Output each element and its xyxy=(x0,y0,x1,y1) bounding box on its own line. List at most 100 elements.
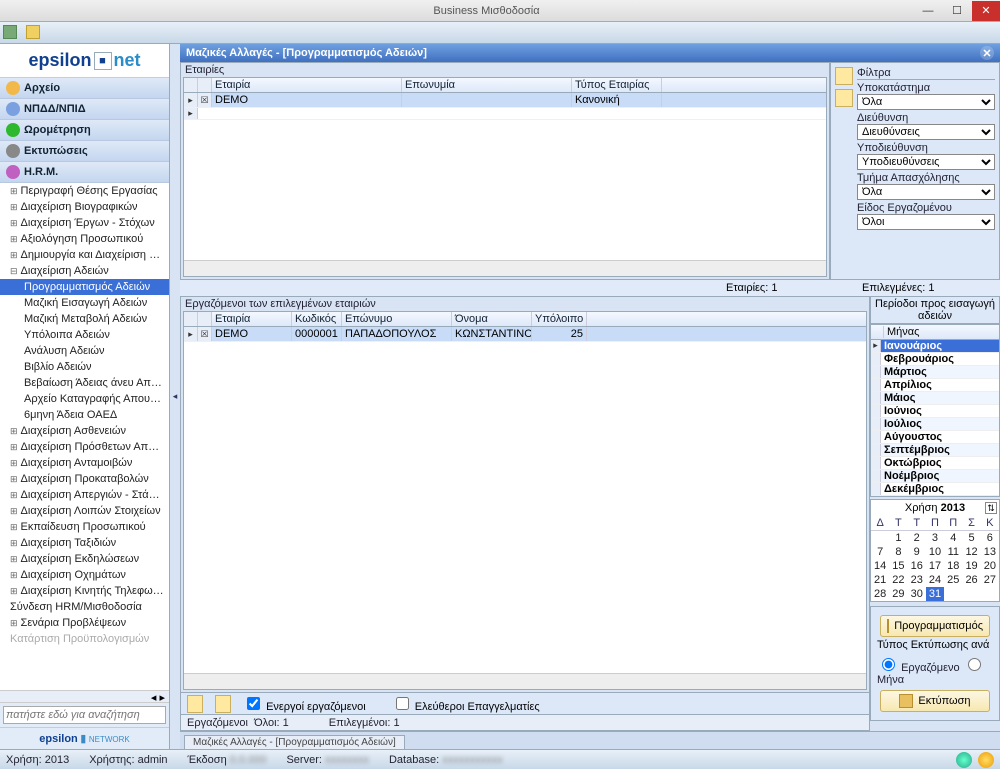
col-name[interactable]: Επωνυμία xyxy=(402,78,572,92)
print-button[interactable]: Εκτύπωση xyxy=(880,690,990,712)
filter-icon[interactable] xyxy=(835,67,853,85)
tree-item[interactable]: Διαχείριση Ασθενειών xyxy=(0,423,169,439)
tree-item[interactable]: Διαχείριση Βιογραφικών xyxy=(0,199,169,215)
toolbar-icon-1[interactable] xyxy=(3,25,17,39)
calendar-day[interactable]: 13 xyxy=(981,545,999,559)
filter-emptype[interactable]: Όλοι xyxy=(857,214,995,230)
filter-subdirection[interactable]: Υποδιευθύνσεις xyxy=(857,154,995,170)
tree-item[interactable]: Διαχείριση Απεργιών - Στάσεων Ερ… xyxy=(0,487,169,503)
calendar-day[interactable]: 1 xyxy=(889,531,907,545)
calendar-day[interactable]: 21 xyxy=(871,573,889,587)
toolbar-icon-2[interactable] xyxy=(26,25,40,39)
calendar-day[interactable]: 27 xyxy=(981,573,999,587)
calendar-day[interactable]: 8 xyxy=(889,545,907,559)
tree-item[interactable]: Διαχείριση Λοιπών Στοιχείων xyxy=(0,503,169,519)
month-row[interactable]: Ιούλιος xyxy=(881,418,999,430)
calendar-day[interactable]: 30 xyxy=(908,587,926,601)
menu-time[interactable]: Ωρομέτρηση xyxy=(0,120,169,140)
user-status-icon[interactable] xyxy=(978,752,994,768)
month-row[interactable]: Ιούνιος xyxy=(881,405,999,417)
menu-hrm[interactable]: H.R.M. xyxy=(0,162,169,182)
filter-branch[interactable]: Όλα xyxy=(857,94,995,110)
content-close-icon[interactable]: ✕ xyxy=(980,46,994,60)
employee-row[interactable]: ▸☒ DEMO 0000001 ΠΑΠΑΔΟΠΟΥΛΟΣ ΚΩΝΣΤΑΝΤΙΝΟ… xyxy=(184,327,866,342)
calendar-day[interactable]: 25 xyxy=(944,573,962,587)
tree-item[interactable]: Μαζική Μεταβολή Αδειών xyxy=(0,311,169,327)
col-type[interactable]: Τύπος Εταιρίας xyxy=(572,78,662,92)
tree-item-selected[interactable]: Προγραμματισμός Αδειών xyxy=(0,279,169,295)
radio-employee[interactable]: Εργαζόμενο xyxy=(877,662,960,674)
months-grid[interactable]: Μήνας Ιανουάριος Φεβρουάριος Μάρτιος Απρ… xyxy=(870,324,1000,497)
tab-active[interactable]: Μαζικές Αλλαγές - [Προγραμματισμός Αδειώ… xyxy=(184,735,405,749)
tree-item[interactable]: Διαχείριση Έργων - Στόχων xyxy=(0,215,169,231)
calendar-nav-icon[interactable]: ⇅ xyxy=(985,502,997,514)
filter-icon[interactable] xyxy=(835,89,853,107)
tree-item[interactable]: Μαζική Εισαγωγή Αδειών xyxy=(0,295,169,311)
calendar-day[interactable]: 5 xyxy=(962,531,980,545)
calendar-day[interactable]: 6 xyxy=(981,531,999,545)
tree-item[interactable]: Αξιολόγηση Προσωπικού xyxy=(0,231,169,247)
tree-scroll-arrows[interactable]: ◂ ▸ xyxy=(0,690,169,702)
h-scrollbar[interactable] xyxy=(184,673,866,689)
calendar-day[interactable]: 16 xyxy=(908,559,926,573)
filter-direction[interactable]: Διευθύνσεις xyxy=(857,124,995,140)
calendar-day[interactable]: 22 xyxy=(889,573,907,587)
doc-icon[interactable] xyxy=(187,695,203,713)
calendar-day[interactable]: 10 xyxy=(926,545,944,559)
filter-department[interactable]: Όλα xyxy=(857,184,995,200)
tree-item[interactable]: Εκπαίδευση Προσωπικού xyxy=(0,519,169,535)
h-scrollbar[interactable] xyxy=(184,260,826,276)
search-input[interactable] xyxy=(3,706,166,724)
tree-item[interactable]: Σύνδεση HRM/Μισθοδοσία xyxy=(0,599,169,615)
calendar-day[interactable]: 4 xyxy=(944,531,962,545)
close-button[interactable]: ✕ xyxy=(972,1,1000,21)
doc-icon[interactable] xyxy=(215,695,231,713)
tree-item[interactable]: Βεβαίωση Άδειας άνευ Αποδοχών xyxy=(0,375,169,391)
sidebar-collapse[interactable]: ◂ xyxy=(170,44,180,749)
tree-item[interactable]: 6μηνη Άδεια ΟΑΕΔ xyxy=(0,407,169,423)
calendar-day[interactable]: 12 xyxy=(962,545,980,559)
tree-item[interactable]: Διαχείριση Ανταμοιβών xyxy=(0,455,169,471)
tree-item[interactable]: Δημιουργία και Διαχείριση Οργανο… xyxy=(0,247,169,263)
calendar-day[interactable]: 14 xyxy=(871,559,889,573)
tree-item[interactable]: Διαχείριση Προκαταβολών xyxy=(0,471,169,487)
calendar-day[interactable]: 18 xyxy=(944,559,962,573)
calendar-day[interactable]: 20 xyxy=(981,559,999,573)
calendar-day[interactable]: 3 xyxy=(926,531,944,545)
calendar-day[interactable]: 9 xyxy=(908,545,926,559)
globe-icon[interactable] xyxy=(956,752,972,768)
company-row[interactable]: ▸☒ DEMO Κανονική xyxy=(184,93,826,108)
minimize-button[interactable]: — xyxy=(914,1,942,21)
month-row[interactable]: Μάιος xyxy=(881,392,999,404)
tree-item[interactable]: Σενάρια Προβλέψεων xyxy=(0,615,169,631)
calendar-day[interactable]: 2 xyxy=(908,531,926,545)
companies-grid[interactable]: Εταιρία Επωνυμία Τύπος Εταιρίας ▸☒ DEMO … xyxy=(183,77,827,277)
tree-item[interactable]: Διαχείριση Πρόσθετων Αποδοχών xyxy=(0,439,169,455)
tree-item[interactable]: Περιγραφή Θέσης Εργασίας xyxy=(0,183,169,199)
month-row[interactable]: Σεπτέμβριος xyxy=(881,444,999,456)
month-row[interactable]: Οκτώβριος xyxy=(881,457,999,469)
month-row[interactable]: Αύγουστος xyxy=(881,431,999,443)
tree-item-leave-mgmt[interactable]: Διαχείριση Αδειών xyxy=(0,263,169,279)
chk-active[interactable]: Ενεργοί εργαζόμενοι xyxy=(243,694,366,713)
calendar-day[interactable]: 11 xyxy=(944,545,962,559)
month-row[interactable]: Μάρτιος xyxy=(881,366,999,378)
month-row[interactable]: Νοέμβριος xyxy=(881,470,999,482)
schedule-button[interactable]: Προγραμματισμός xyxy=(880,615,990,637)
menu-archive[interactable]: Αρχείο xyxy=(0,78,169,98)
tree-item[interactable]: Υπόλοιπα Αδειών xyxy=(0,327,169,343)
tree-item[interactable]: Διαχείριση Εκδηλώσεων xyxy=(0,551,169,567)
maximize-button[interactable]: ☐ xyxy=(943,1,971,21)
calendar-day[interactable]: 17 xyxy=(926,559,944,573)
month-row[interactable]: Φεβρουάριος xyxy=(881,353,999,365)
calendar-day[interactable]: 19 xyxy=(962,559,980,573)
menu-print[interactable]: Εκτυπώσεις xyxy=(0,141,169,161)
tree-item[interactable]: Διαχείριση Κινητής Τηλεφωνίας xyxy=(0,583,169,599)
tree-item[interactable]: Διαχείριση Ταξιδιών xyxy=(0,535,169,551)
calendar-day[interactable]: 23 xyxy=(908,573,926,587)
calendar-day[interactable]: 31 xyxy=(926,587,944,601)
month-row[interactable]: Απρίλιος xyxy=(881,379,999,391)
calendar-day[interactable]: 15 xyxy=(889,559,907,573)
calendar-day[interactable]: 7 xyxy=(871,545,889,559)
col-company[interactable]: Εταιρία xyxy=(212,78,402,92)
